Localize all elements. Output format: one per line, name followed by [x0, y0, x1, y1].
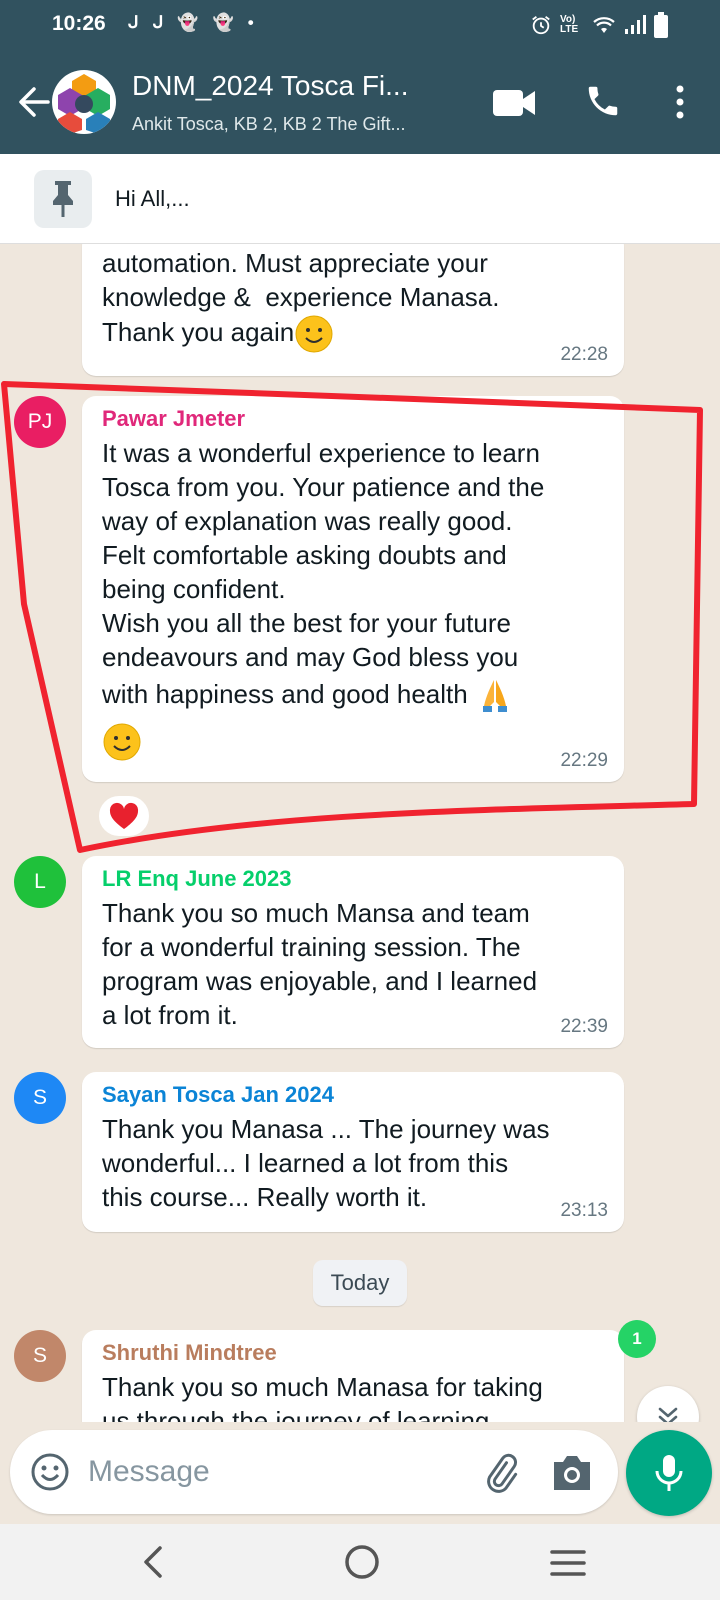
sender-name[interactable]: Sayan Tosca Jan 2024: [102, 1082, 334, 1108]
chat-area[interactable]: automation. Must appreciate your knowled…: [0, 244, 720, 1422]
nav-recent-apps-icon[interactable]: [548, 1546, 588, 1580]
sender-avatar[interactable]: S: [14, 1072, 66, 1124]
volte-icon: Vo) LTE: [560, 14, 579, 35]
message-composer[interactable]: [10, 1430, 618, 1514]
pinned-message-bar[interactable]: Hi All,...: [0, 154, 720, 244]
pinned-message-text: Hi All,...: [115, 186, 190, 211]
signal-icon: [625, 15, 646, 34]
nav-back-icon[interactable]: [136, 1542, 172, 1582]
date-separator: Today: [313, 1260, 407, 1306]
message-time: 22:29: [560, 750, 608, 771]
message-bubble[interactable]: LR Enq June 2023 Thank you so much Mansa…: [82, 856, 624, 1048]
sender-name[interactable]: Pawar Jmeter: [102, 406, 245, 432]
attach-paperclip-icon[interactable]: [478, 1450, 522, 1494]
emoji-icon[interactable]: [30, 1452, 70, 1492]
video-call-icon[interactable]: [492, 86, 536, 120]
pin-icon: [53, 181, 73, 217]
message-time: 22:39: [560, 1016, 608, 1037]
message-bubble[interactable]: Pawar Jmeter It was a wonderful experien…: [82, 396, 624, 782]
snapchat-icon: 👻: [212, 13, 248, 32]
sender-name[interactable]: Shruthi Mindtree: [102, 1340, 277, 1366]
system-navigation-bar: [0, 1524, 720, 1600]
nav-home-icon[interactable]: [342, 1542, 382, 1582]
avatar-circle: PJ: [14, 396, 66, 448]
sender-name[interactable]: LR Enq June 2023: [102, 866, 292, 892]
message-text: It was a wonderful experience to learn T…: [102, 438, 545, 672]
message-time: 22:28: [560, 344, 608, 365]
chat-participants[interactable]: Ankit Tosca, KB 2, KB 2 The Gift...: [132, 114, 405, 135]
folded-hands-emoji-icon: [482, 680, 507, 712]
status-bar: 10:26 ᒍᒍ👻👻• Vo) LTE: [0, 0, 720, 52]
voice-message-button[interactable]: [626, 1430, 712, 1516]
message-text: Thank you so much Mansa and team for a w…: [102, 898, 538, 1030]
avatar-initials: PJ: [27, 410, 53, 433]
message-text-last-line: with happiness and good health: [102, 676, 608, 716]
smiley-emoji-icon: [103, 723, 141, 761]
sender-avatar[interactable]: PJ: [14, 396, 66, 448]
scroll-to-bottom-button[interactable]: [637, 1386, 699, 1422]
message-text: automation. Must appreciate your knowled…: [102, 246, 608, 354]
heart-icon: [109, 802, 139, 829]
avatar-initials: L: [34, 870, 46, 893]
avatar-initials: S: [32, 1086, 47, 1109]
status-time: 10:26: [52, 12, 106, 35]
heart-reaction[interactable]: [97, 794, 151, 838]
wifi-icon: [593, 17, 615, 33]
group-logo-icon: [58, 74, 110, 134]
message-input[interactable]: [88, 1448, 468, 1496]
notification-icons: ᒍᒍ👻👻•: [128, 13, 268, 33]
notification-icon-j: ᒍ: [152, 13, 178, 32]
message-body: with happiness and good health: [102, 678, 468, 709]
snapchat-icon: 👻: [177, 13, 213, 32]
status-right-icons: Vo) LTE: [530, 10, 668, 40]
unread-count-badge: 1: [618, 1320, 656, 1358]
message-text: Thank you so much Manasa for taking us t…: [102, 1372, 543, 1422]
sender-avatar[interactable]: S: [14, 1330, 66, 1382]
notification-icon-j: ᒍ: [128, 13, 153, 32]
sender-avatar[interactable]: L: [14, 856, 66, 908]
message-time: 23:13: [560, 1200, 608, 1221]
more-options-icon[interactable]: [668, 82, 692, 122]
dot-icon: •: [247, 13, 268, 32]
voice-call-icon[interactable]: [584, 82, 622, 120]
double-chevron-down-icon: [658, 1407, 678, 1422]
microphone-icon: [655, 1455, 683, 1491]
message-bubble[interactable]: Shruthi Mindtree Thank you so much Manas…: [82, 1330, 624, 1422]
message-bubble[interactable]: automation. Must appreciate your knowled…: [82, 244, 624, 376]
back-arrow-icon[interactable]: [14, 80, 54, 124]
camera-icon[interactable]: [550, 1452, 594, 1492]
pin-icon-box: [34, 170, 92, 228]
message-bubble[interactable]: Sayan Tosca Jan 2024 Thank you Manasa ..…: [82, 1072, 624, 1232]
battery-icon: [654, 12, 668, 38]
chat-header: DNM_2024 Tosca Fi... Ankit Tosca, KB 2, …: [0, 52, 720, 154]
group-avatar[interactable]: [52, 70, 116, 134]
message-emoji-line: [102, 722, 608, 762]
message-text: Thank you Manasa ... The journey was won…: [102, 1114, 550, 1212]
chat-title[interactable]: DNM_2024 Tosca Fi...: [132, 70, 409, 102]
avatar-initials: S: [32, 1344, 47, 1367]
alarm-icon: [532, 16, 550, 35]
smiley-emoji-icon: [295, 315, 333, 353]
